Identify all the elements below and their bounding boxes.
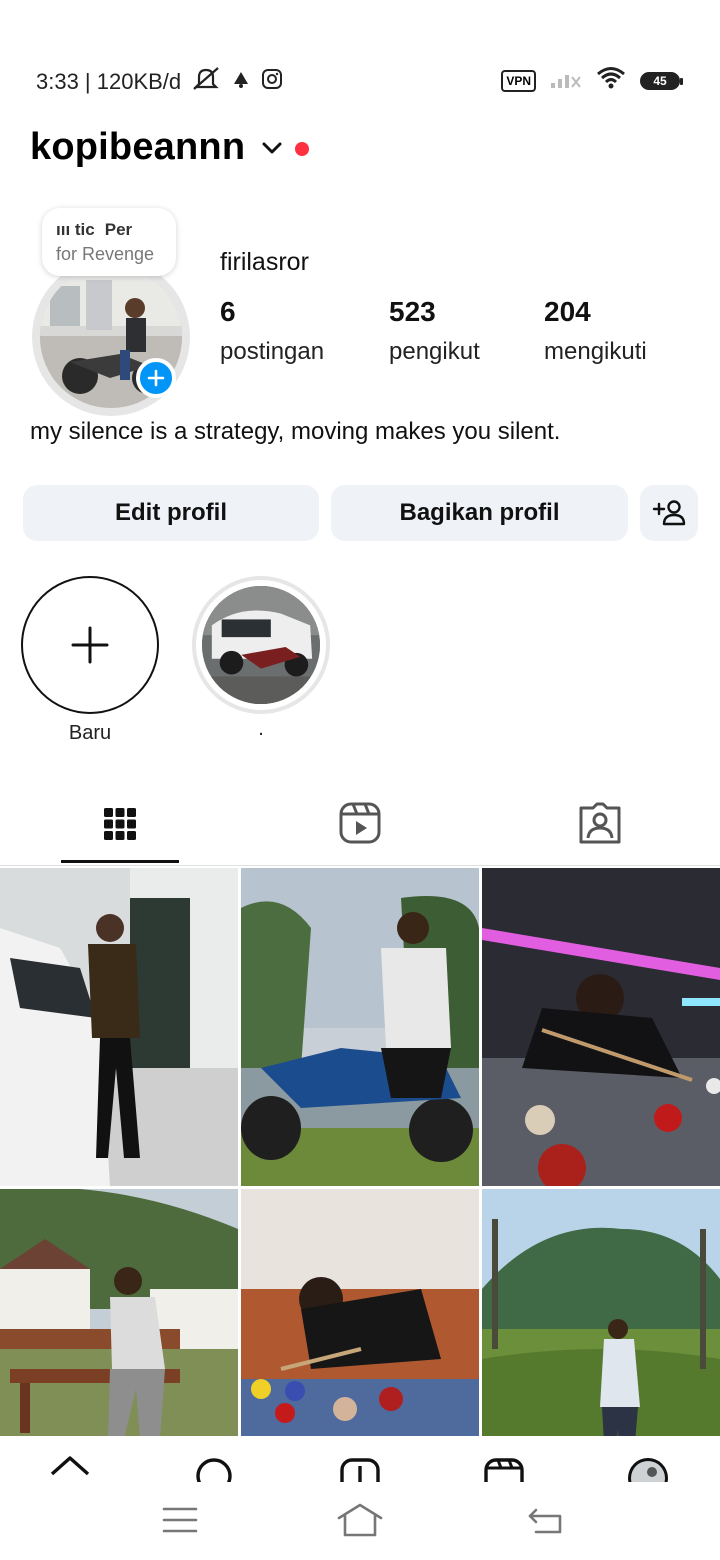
mute-icon <box>191 66 221 98</box>
post-thumbnail[interactable] <box>0 868 238 1186</box>
back-icon[interactable] <box>518 1500 578 1540</box>
discover-people-button[interactable] <box>640 485 698 541</box>
tab-posts[interactable] <box>60 790 180 864</box>
note-music-line: ııı tic Per <box>56 220 166 240</box>
status-right: VPN 45 <box>501 66 683 95</box>
notification-icon <box>231 69 251 95</box>
status-left: 3:33 | 120KB/d <box>36 66 283 98</box>
create-icon[interactable] <box>330 1454 390 1482</box>
wifi-icon <box>596 66 626 95</box>
reels-icon <box>339 802 381 844</box>
note-artist: for Revenge <box>56 244 155 264</box>
stat-following[interactable]: 204 mengikuti <box>544 296 647 366</box>
edit-profile-button[interactable]: Edit profil <box>23 485 319 541</box>
home-icon[interactable] <box>40 1454 100 1482</box>
tab-tagged[interactable] <box>540 790 660 864</box>
stat-value: 523 <box>389 296 436 327</box>
highlight-item[interactable] <box>192 576 330 714</box>
notification-dot <box>295 141 310 156</box>
bottom-navigation <box>0 1436 720 1482</box>
stat-value: 6 <box>220 296 236 327</box>
display-name: firilasror <box>220 248 309 276</box>
stat-posts[interactable]: 6 postingan <box>220 296 324 366</box>
highlight-label: Baru <box>68 722 112 744</box>
tagged-icon <box>579 802 621 844</box>
active-tab-indicator <box>61 860 179 863</box>
note-song-b: Per <box>104 220 133 239</box>
home-system-icon[interactable] <box>330 1500 390 1540</box>
chevron-down-icon[interactable] <box>261 141 283 160</box>
plus-icon <box>71 626 109 664</box>
battery-icon: 45 <box>640 71 683 90</box>
post-thumbnail[interactable] <box>241 868 479 1186</box>
highlight-label: . <box>258 718 264 740</box>
status-time: 3:33 | 120KB/d <box>36 69 182 94</box>
add-person-icon <box>652 500 686 526</box>
stat-followers[interactable]: 523 pengikut <box>389 296 480 366</box>
signal-icon <box>550 67 582 94</box>
tab-reels[interactable] <box>300 790 420 864</box>
add-story-button[interactable] <box>136 358 176 398</box>
profile-tabs <box>0 790 720 866</box>
profile-nav-avatar[interactable] <box>618 1454 678 1482</box>
note-bubble[interactable]: ııı tic Per for Revenge <box>42 208 176 276</box>
status-bar: 3:33 | 120KB/d VPN 45 <box>0 60 720 100</box>
stat-label: pengikut <box>389 338 480 365</box>
menu-icon[interactable] <box>150 1500 210 1540</box>
profile-header: kopibeannn <box>30 126 310 169</box>
grid-icon <box>104 808 136 840</box>
stat-label: mengikuti <box>544 338 647 365</box>
highlight-cover <box>202 586 320 704</box>
share-profile-button[interactable]: Bagikan profil <box>331 485 628 541</box>
note-song-a: ııı tic <box>56 220 95 239</box>
plus-icon <box>147 369 165 387</box>
stat-label: postingan <box>220 338 325 365</box>
reels-nav-icon[interactable] <box>474 1454 534 1482</box>
instagram-icon <box>261 68 283 96</box>
new-highlight-button[interactable] <box>21 576 159 714</box>
stat-value: 204 <box>544 296 591 327</box>
search-icon[interactable] <box>184 1454 244 1482</box>
system-navigation-bar <box>0 1482 720 1560</box>
username[interactable]: kopibeannn <box>30 126 245 169</box>
post-thumbnail[interactable] <box>482 868 720 1186</box>
vpn-badge: VPN <box>501 69 536 92</box>
bio: my silence is a strategy, moving makes y… <box>30 418 561 445</box>
